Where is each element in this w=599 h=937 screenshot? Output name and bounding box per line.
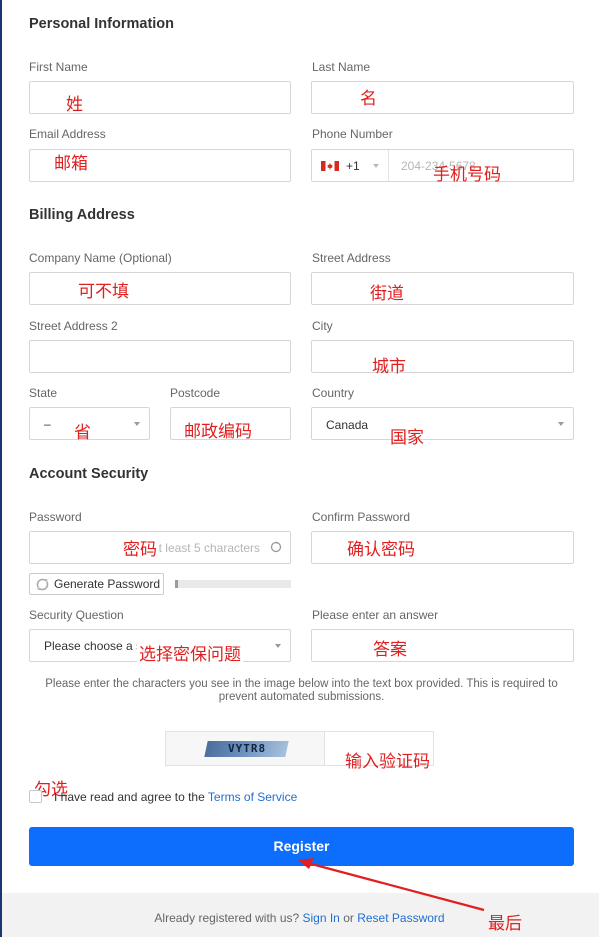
footer-or: or (339, 911, 358, 925)
password-placeholder: At least 5 characters (150, 541, 260, 555)
street-input[interactable] (311, 272, 574, 305)
confirm-password-annotation: 确认密码 (347, 540, 415, 560)
terms-prefix: I have read and agree to the (54, 790, 208, 804)
country-label: Country (312, 386, 355, 400)
last-name-annotation: 名 (360, 89, 377, 109)
sign-in-link[interactable]: Sign In (303, 911, 340, 925)
register-button[interactable]: Register (29, 827, 574, 866)
country-value: Canada (326, 418, 369, 432)
city-input[interactable] (311, 340, 574, 373)
password-input[interactable]: At least 5 characters (29, 531, 291, 564)
security-question-annotation: 选择密保问题 (137, 640, 243, 665)
country-annotation: 国家 (390, 428, 424, 448)
refresh-icon[interactable] (270, 541, 282, 553)
first-name-annotation: 姓 (66, 95, 83, 115)
last-name-input[interactable] (311, 81, 574, 114)
company-input[interactable] (29, 272, 291, 305)
phone-label: Phone Number (312, 127, 393, 141)
chevron-down-icon (134, 422, 140, 426)
street-label: Street Address (312, 251, 391, 265)
left-edge-border (0, 0, 2, 937)
captcha-instructions: Please enter the characters you see in t… (45, 678, 558, 703)
answer-label: Please enter an answer (312, 608, 439, 622)
generate-password-label: Generate Password (54, 577, 161, 591)
state-value: – (44, 417, 51, 431)
register-annotation: 最后 (488, 914, 522, 934)
country-select[interactable]: Canada (311, 407, 574, 440)
section-title-security: Account Security (29, 466, 149, 482)
street-annotation: 街道 (370, 284, 404, 304)
street2-input[interactable] (29, 340, 291, 373)
postcode-annotation: 邮政编码 (184, 422, 252, 442)
password-annotation: 密码 (121, 535, 159, 560)
confirm-password-label: Confirm Password (312, 510, 411, 524)
terms-of-service-link[interactable]: Terms of Service (208, 790, 297, 804)
canada-flag-icon (321, 161, 339, 171)
answer-input[interactable] (311, 629, 574, 662)
terms-text: I have read and agree to the Terms of Se… (54, 790, 297, 804)
generate-password-button[interactable]: Generate Password (29, 573, 164, 595)
company-annotation: 可不填 (78, 282, 129, 302)
state-label: State (29, 386, 58, 400)
captcha-code: VYTR8 (228, 742, 267, 755)
terms-checkbox[interactable] (29, 790, 42, 803)
password-label: Password (29, 510, 82, 524)
postcode-label: Postcode (170, 386, 221, 400)
footer-prefix: Already registered with us? (154, 911, 303, 925)
state-annotation: 省 (74, 423, 91, 443)
company-label: Company Name (Optional) (29, 251, 172, 265)
captcha-image: VYTR8 (165, 731, 325, 766)
reset-password-link[interactable]: Reset Password (357, 911, 444, 925)
refresh-icon (36, 578, 49, 591)
chevron-down-icon (373, 164, 379, 168)
street2-label: Street Address 2 (29, 319, 118, 333)
last-name-label: Last Name (312, 60, 371, 74)
chevron-down-icon (558, 422, 564, 426)
security-question-label: Security Question (29, 608, 124, 622)
section-title-billing: Billing Address (29, 207, 135, 223)
answer-annotation: 答案 (373, 640, 407, 660)
email-annotation: 邮箱 (54, 154, 88, 174)
phone-annotation: 手机号码 (433, 165, 501, 185)
section-title-personal: Personal Information (29, 16, 175, 32)
chevron-down-icon (275, 644, 281, 648)
first-name-label: First Name (29, 60, 88, 74)
country-code-select[interactable]: +1 (312, 150, 389, 181)
captcha-annotation: 输入验证码 (345, 752, 430, 772)
city-label: City (312, 319, 333, 333)
country-code-value: +1 (346, 159, 360, 173)
password-strength-fill (175, 580, 179, 588)
email-label: Email Address (29, 127, 106, 141)
city-annotation: 城市 (372, 357, 406, 377)
password-strength-bar (175, 580, 291, 588)
